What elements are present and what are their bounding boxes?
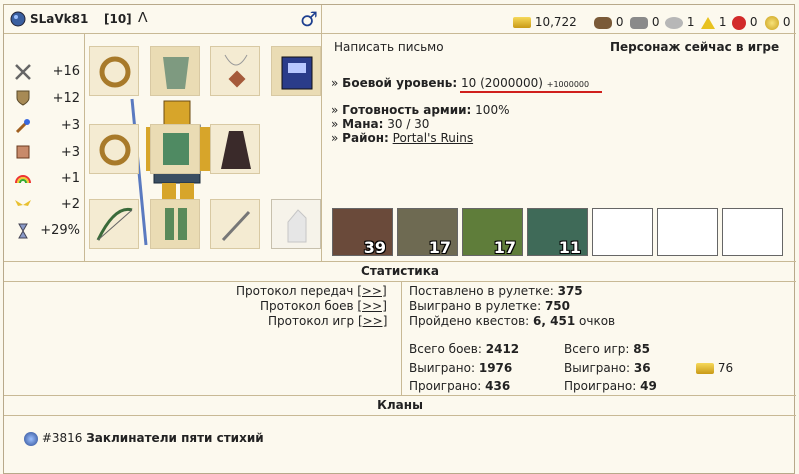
ore-icon	[630, 16, 648, 29]
online-status: Персонаж сейчас в игре	[610, 40, 780, 54]
initiative-hourglass-icon	[14, 222, 32, 240]
resource-mercury: 1	[665, 15, 694, 29]
army-slot-3[interactable]: 17	[462, 208, 523, 257]
roulette-bet-row: Поставлено в рулетке: 375	[409, 284, 583, 298]
resource-ore: 0	[630, 15, 659, 29]
divider	[4, 33, 796, 34]
armor-slot[interactable]	[150, 124, 200, 174]
player-nickname[interactable]: SLaVk81	[30, 12, 88, 26]
army-readiness-row: » Готовность армии: 100%	[331, 103, 510, 117]
battles-won-row: Выиграно: 1976	[409, 361, 513, 375]
mercury-icon	[665, 16, 683, 29]
battles-total-row: Всего боев: 2412	[409, 342, 520, 356]
resource-gold: 10,722	[513, 15, 577, 29]
spellbook-slot[interactable]	[271, 46, 321, 96]
wood-icon	[594, 16, 612, 29]
combat-level-row: » Боевой уровень: 10 (2000000) +1000000	[331, 76, 590, 90]
combat-level-bonus: +1000000	[546, 80, 590, 89]
resource-sulfur: 1	[701, 15, 726, 29]
combat-level-underline	[460, 91, 602, 93]
mount-slot[interactable]	[271, 199, 321, 249]
divider	[401, 281, 402, 395]
district-link[interactable]: Portal's Ruins	[393, 131, 473, 145]
games-won-row: Выиграно: 36	[564, 361, 651, 375]
district-row: » Район: Portal's Ruins	[331, 131, 474, 145]
spellpower-wand-icon	[14, 117, 32, 135]
statistics-title: Статистика	[361, 264, 439, 278]
transfer-log-row: Протокол передач [>>]	[236, 284, 387, 298]
clan-name[interactable]: Заклинатели пяти стихий	[86, 431, 263, 445]
gold-icon	[513, 17, 531, 28]
clans-title: Кланы	[377, 398, 423, 412]
attack-sword-icon	[14, 63, 32, 81]
clan-row: #3816 Заклинатели пяти стихий	[24, 431, 264, 446]
morale-wings-icon	[14, 195, 32, 213]
cloak-slot[interactable]	[150, 46, 200, 96]
army-slot-empty[interactable]	[657, 208, 718, 256]
battle-log-link[interactable]: [>>]	[357, 299, 386, 313]
faction-icon: ⴷ	[138, 10, 148, 26]
boots-slot[interactable]	[150, 199, 200, 249]
quests-row: Пройдено квестов: 6, 451 очков	[409, 314, 616, 328]
luck-rainbow-icon	[14, 169, 32, 187]
amulet-slot[interactable]	[210, 46, 260, 96]
army-slot-4[interactable]: 11	[527, 208, 588, 257]
games-lost-row: Проиграно: 49	[564, 379, 657, 393]
battle-log-row: Протокол боев [>>]	[260, 299, 387, 313]
games-gold-row: 76	[696, 361, 733, 375]
ring-slot-1[interactable]	[89, 46, 139, 96]
battles-lost-row: Проиграно: 436	[409, 379, 511, 393]
write-letter-link[interactable]: Написать письмо	[334, 40, 444, 54]
army-slot-empty[interactable]	[722, 208, 783, 256]
robe-slot[interactable]	[210, 124, 260, 174]
resource-gems: 0	[765, 15, 790, 30]
gold-icon	[696, 363, 714, 374]
games-log-row: Протокол игр [>>]	[268, 314, 388, 328]
clan-id[interactable]: #3816	[42, 431, 83, 445]
sulfur-icon	[701, 16, 715, 29]
knowledge-book-icon	[14, 143, 32, 161]
divider	[84, 33, 85, 261]
bow-slot[interactable]	[89, 199, 139, 249]
mana-row: » Мана: 30 / 30	[331, 117, 430, 131]
army-slot-1[interactable]: 39	[332, 208, 393, 257]
army-slot-empty[interactable]	[592, 208, 653, 256]
divider	[4, 281, 796, 282]
divider	[4, 415, 796, 416]
male-gender-icon: ♂	[300, 7, 318, 31]
divider	[4, 395, 796, 396]
army-slot-2[interactable]: 17	[397, 208, 458, 257]
gems-icon	[765, 15, 779, 30]
transfer-log-link[interactable]: [>>]	[357, 284, 386, 298]
roulette-won-row: Выиграно в рулетке: 750	[409, 299, 570, 313]
resource-wood: 0	[594, 15, 623, 29]
defense-shield-icon	[14, 89, 32, 107]
guild-emblem-icon	[10, 11, 26, 30]
resource-crystal: 0	[732, 15, 757, 30]
player-profile-panel: SLaVk81 [10] ⴷ ♂ 10,722 0 0 1 1 0 0 +16 …	[3, 4, 796, 474]
crystal-icon	[732, 15, 746, 30]
games-total-row: Всего игр: 85	[564, 342, 650, 356]
combat-level-value: 10 (2000000)	[461, 76, 543, 90]
clan-emblem-icon	[24, 431, 38, 446]
ring-slot-2[interactable]	[89, 124, 139, 174]
dagger-slot[interactable]	[210, 199, 260, 249]
divider	[4, 261, 796, 262]
player-level-badge: [10]	[104, 12, 132, 26]
games-log-link[interactable]: [>>]	[358, 314, 387, 328]
